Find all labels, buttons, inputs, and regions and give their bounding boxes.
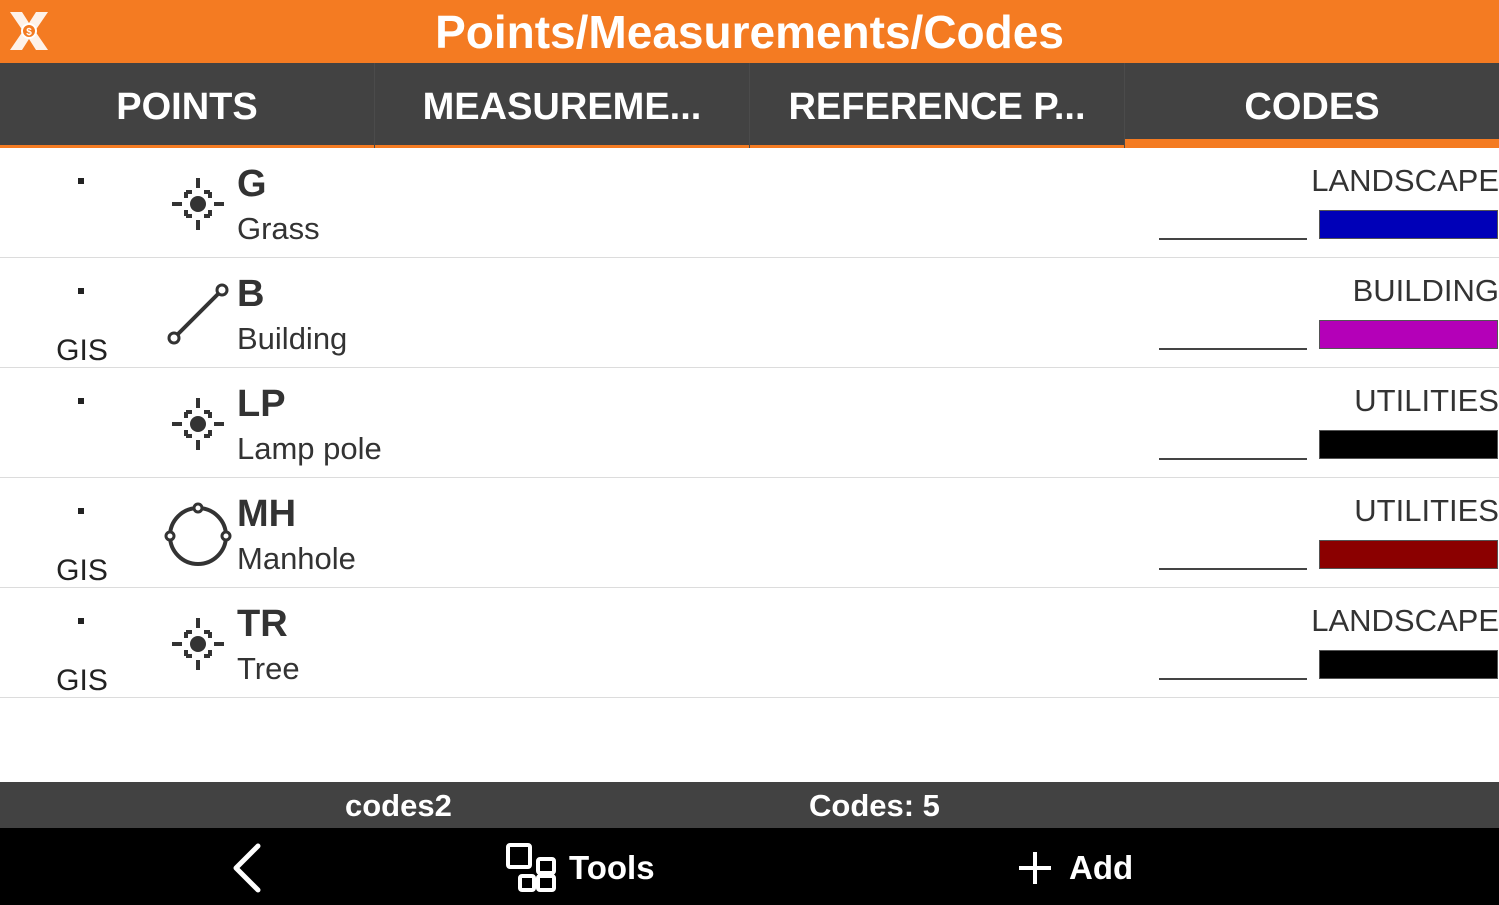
line-segment-icon [167,283,229,345]
chevron-left-icon[interactable] [220,838,280,898]
code-row-lp[interactable]: LP Lamp pole UTILITIES [0,368,1499,478]
line-style [1159,458,1307,460]
color-swatch [1319,430,1498,459]
tab-reference-points[interactable]: REFERENCE P... [749,63,1124,148]
circle-three-point-icon [164,502,232,566]
code-row-mh[interactable]: GIS MH Manhole UTILITIES [0,478,1499,588]
point-target-icon [172,178,224,230]
code-layer: UTILITIES [1354,493,1499,528]
color-swatch [1319,320,1498,349]
code-description: Grass [237,211,320,246]
code-description: Tree [237,651,300,686]
point-target-icon [172,618,224,670]
code-row-g[interactable]: G Grass LANDSCAPE [0,148,1499,258]
row-marker [78,398,84,404]
tab-measurements[interactable]: MEASUREME... [374,63,749,148]
gis-tag: GIS [56,554,108,587]
bottom-toolbar: Tools Add [0,828,1499,905]
code-file-name: codes2 [345,788,452,823]
code-layer: UTILITIES [1354,383,1499,418]
color-swatch [1319,650,1498,679]
color-swatch [1319,210,1498,239]
row-marker [78,618,84,624]
tab-codes[interactable]: CODES [1124,63,1499,148]
row-marker [78,288,84,294]
add-label: Add [1069,849,1134,886]
row-marker [78,508,84,514]
page-title: Points/Measurements/Codes [435,6,1064,58]
code-layer: LANDSCAPE [1311,603,1499,638]
code-name: B [237,273,265,315]
code-description: Building [237,321,348,356]
gis-tag: GIS [56,664,108,697]
code-description: Manhole [237,541,356,576]
title-bar: $ Points/Measurements/Codes [0,0,1499,63]
grid-tools-icon [506,843,556,892]
add-button[interactable]: Add [1015,840,1133,896]
tab-bar: POINTS MEASUREME... REFERENCE P... CODES [0,63,1499,148]
row-marker [78,178,84,184]
tab-points[interactable]: POINTS [0,63,374,148]
code-name: TR [237,603,288,645]
code-name: MH [237,493,297,535]
plus-icon [1019,852,1051,884]
line-style [1159,348,1307,350]
code-description: Lamp pole [237,431,382,466]
color-swatch [1319,540,1498,569]
tools-label: Tools [569,849,655,886]
gis-tag: GIS [56,334,108,367]
code-name: G [237,163,267,205]
code-row-b[interactable]: GIS B Building BUILDING [0,258,1499,368]
code-layer: LANDSCAPE [1311,163,1499,198]
code-row-tr[interactable]: GIS TR Tree LANDSCAPE [0,588,1499,698]
tools-button[interactable]: Tools [505,840,655,896]
code-name: LP [237,383,286,425]
point-target-icon [172,398,224,450]
line-style [1159,568,1307,570]
code-layer: BUILDING [1352,273,1499,308]
code-count: Codes: 5 [809,788,940,823]
codes-list: G Grass LANDSCAPE GIS B Building BUILDIN… [0,148,1499,698]
line-style [1159,238,1307,240]
status-bar: codes2 Codes: 5 [0,782,1499,828]
line-style [1159,678,1307,680]
